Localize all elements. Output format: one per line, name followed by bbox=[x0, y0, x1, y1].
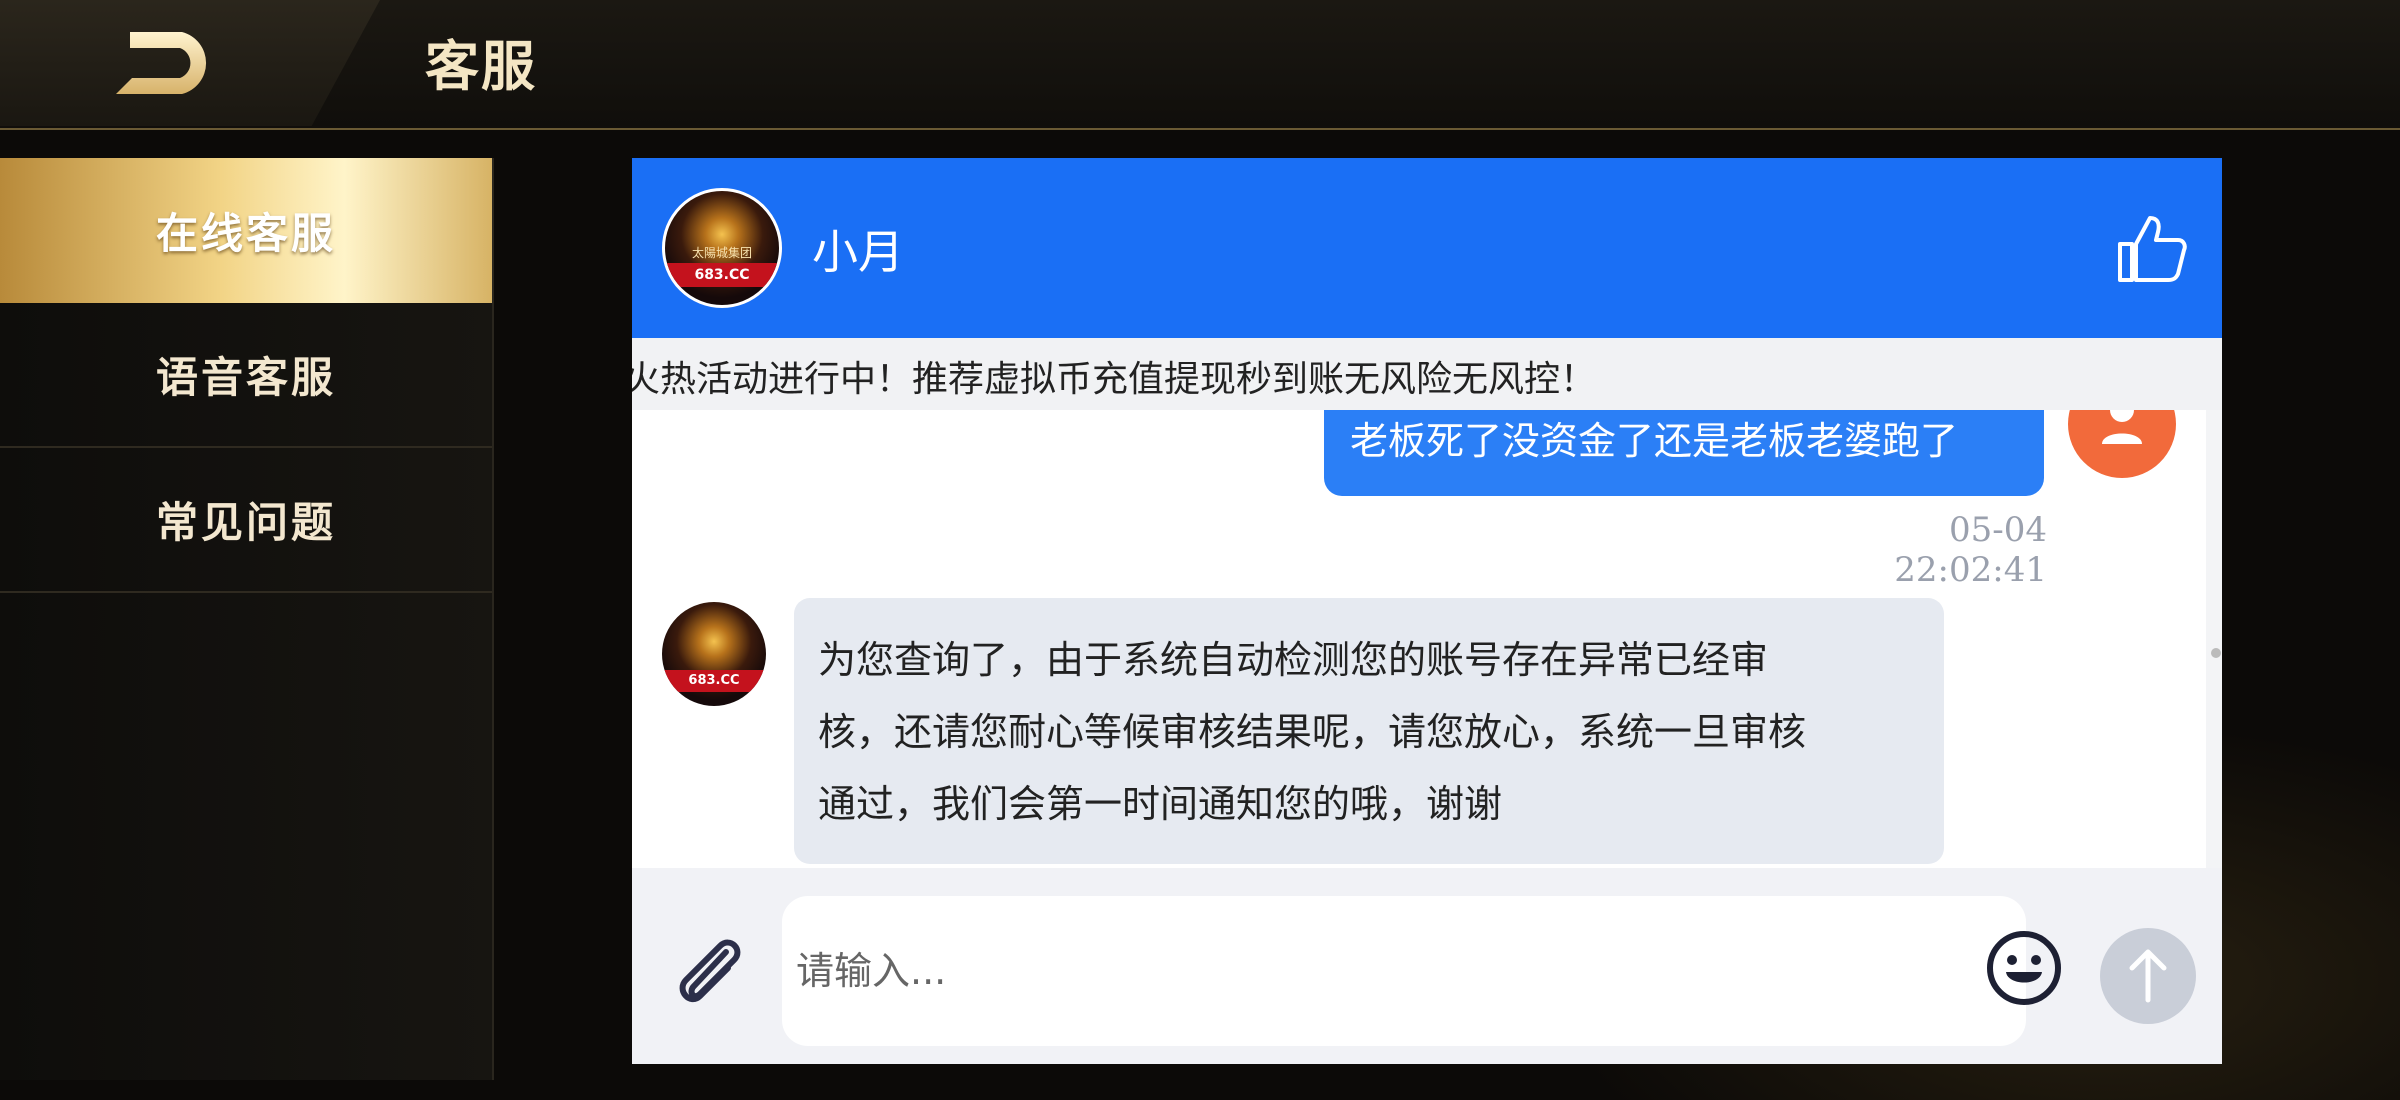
avatar-tag: 683.CC bbox=[662, 670, 766, 692]
agent-message-line: 为您查询了，由于系统自动检测您的账号存在异常已经审 bbox=[818, 638, 1769, 682]
chat-header: 太陽城集团 683.CC 小月 bbox=[632, 158, 2222, 338]
user-avatar bbox=[2068, 410, 2176, 478]
paperclip-icon bbox=[679, 939, 741, 1003]
marquee-text: 火热活动进行中！推荐虚拟币充值提现秒到账无风险无风控！ bbox=[632, 359, 1597, 400]
sidebar-item-faq[interactable]: 常见问题 bbox=[0, 448, 492, 593]
user-message-bubble: 老板死了没资金了还是老板老婆跑了 bbox=[1324, 410, 2044, 496]
message-input[interactable] bbox=[782, 896, 2026, 1046]
top-bar: 客服 bbox=[0, 0, 2400, 130]
message-timestamp: 05-04 22:02:41 bbox=[1894, 510, 2047, 590]
smiley-icon bbox=[1987, 931, 2061, 1005]
agent-message-line: 核，还请您耐心等候审核结果呢，请您放心，系统一旦审核 bbox=[818, 710, 1807, 754]
sidebar-item-online-service[interactable]: 在线客服 bbox=[0, 158, 492, 303]
sidebar-item-label: 常见问题 bbox=[155, 498, 336, 547]
avatar-brand: 太陽城集团 bbox=[691, 246, 752, 260]
sidebar: 在线客服 语音客服 常见问题 bbox=[0, 158, 494, 1080]
notice-marquee: 火热活动进行中！推荐虚拟币充值提现秒到账无风险无风控！ bbox=[632, 338, 2222, 410]
agent-name: 小月 bbox=[812, 225, 904, 279]
emoji-button[interactable] bbox=[1984, 928, 2064, 1008]
scroll-indicator bbox=[2211, 648, 2221, 658]
sidebar-item-voice-service[interactable]: 语音客服 bbox=[0, 303, 492, 448]
attach-button[interactable] bbox=[668, 930, 754, 1016]
agent-avatar: 太陽城集团 683.CC bbox=[662, 188, 782, 308]
sidebar-item-label: 在线客服 bbox=[155, 209, 336, 258]
user-icon bbox=[2102, 410, 2142, 444]
agent-message-line: 通过，我们会第一时间通知您的哦，谢谢 bbox=[818, 782, 1503, 826]
arrow-up-icon bbox=[2129, 949, 2167, 1003]
chat-panel: 太陽城集团 683.CC 小月 火热活动进行中！推荐虚拟币充值提现秒到账无风险无… bbox=[632, 158, 2222, 1064]
send-button[interactable] bbox=[2100, 928, 2196, 1024]
agent-avatar-small: 683.CC bbox=[662, 602, 766, 706]
scrollbar[interactable] bbox=[2206, 410, 2222, 868]
page-title: 客服 bbox=[425, 35, 537, 98]
like-button[interactable] bbox=[2114, 210, 2190, 286]
user-message-text: 老板死了没资金了还是老板老婆跑了 bbox=[1350, 419, 1959, 463]
input-area bbox=[632, 868, 2222, 1064]
avatar-tag: 683.CC bbox=[665, 263, 779, 287]
message-list[interactable]: 老板死了没资金了还是老板老婆跑了 05-04 22:02:41 683.CC 为… bbox=[632, 410, 2222, 868]
agent-message-bubble: 为您查询了，由于系统自动检测您的账号存在异常已经审 核，还请您耐心等候审核结果呢… bbox=[794, 598, 1944, 864]
sidebar-item-label: 语音客服 bbox=[155, 353, 336, 402]
thumbs-up-icon bbox=[2118, 216, 2187, 282]
back-button[interactable] bbox=[112, 28, 222, 98]
back-arrow-icon bbox=[116, 32, 207, 94]
